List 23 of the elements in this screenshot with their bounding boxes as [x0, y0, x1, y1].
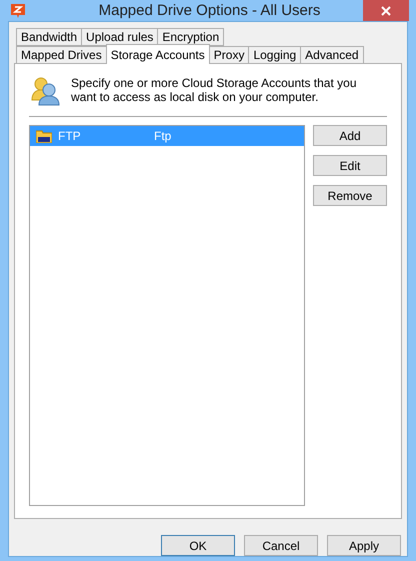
close-icon [381, 6, 391, 16]
tab[interactable]: Advanced [300, 46, 364, 64]
tab[interactable]: Encryption [157, 28, 224, 46]
tab[interactable]: Bandwidth [16, 28, 82, 46]
window-title: Mapped Drive Options - All Users [98, 2, 322, 19]
folder-icon [36, 129, 52, 143]
dialog-button[interactable]: Cancel [244, 535, 318, 556]
side-button[interactable]: Edit [313, 155, 387, 176]
dialog-button[interactable]: Apply [327, 535, 401, 556]
tab[interactable]: Upload rules [81, 28, 158, 46]
side-button[interactable]: Add [313, 125, 387, 146]
account-name: FTP [58, 129, 82, 143]
dialog-button[interactable]: OK [161, 535, 235, 556]
tab[interactable]: Proxy [208, 46, 250, 64]
description: Specify one or more Cloud Storage Accounts that you want to access as local disk on your computer. [71, 76, 358, 106]
side-button[interactable]: Remove [313, 185, 387, 206]
users-icon [31, 76, 61, 106]
app-icon [10, 2, 26, 18]
account-type: Ftp [154, 129, 172, 143]
close-button[interactable] [363, 0, 409, 21]
tab[interactable]: Mapped Drives [16, 46, 107, 64]
tab[interactable]: Storage Accounts [106, 44, 210, 64]
tab[interactable]: Logging [248, 46, 302, 64]
